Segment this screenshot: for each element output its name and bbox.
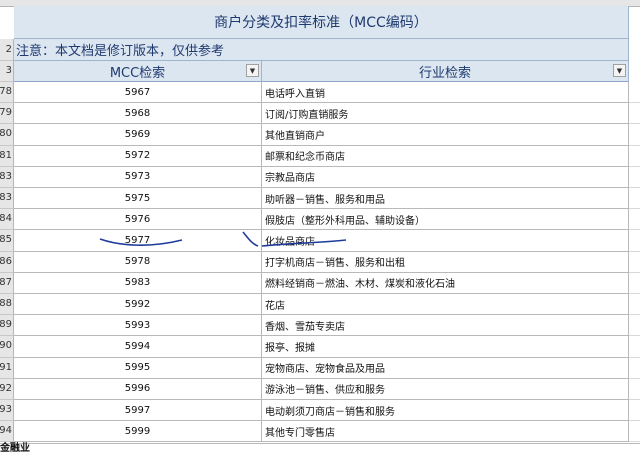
empty-cell[interactable] [629, 378, 640, 400]
row-number[interactable]: 88 [0, 294, 14, 316]
empty-cell[interactable] [629, 400, 640, 422]
header-mcc[interactable]: MCC检索 ▼ [14, 61, 262, 82]
mcc-code-cell[interactable]: 5972 [14, 145, 262, 167]
row-number[interactable]: 85 [0, 230, 14, 252]
industry-cell[interactable]: 宠物商店、宠物食品及用品 [262, 357, 629, 379]
row-number[interactable]: 84 [0, 209, 14, 231]
row-number[interactable]: 89 [0, 315, 14, 337]
industry-cell[interactable]: 其他专门零售店 [262, 421, 629, 443]
industry-cell[interactable]: 电话呼入直销 [262, 82, 629, 104]
row-number[interactable]: 83 [0, 166, 14, 188]
mcc-code-cell[interactable]: 5992 [14, 294, 262, 316]
industry-cell[interactable]: 电动剃须刀商店－销售和服务 [262, 400, 629, 422]
empty-cell[interactable] [629, 103, 640, 125]
industry-cell[interactable]: 假肢店（整形外科用品、辅助设备） [262, 209, 629, 231]
notice-text[interactable]: 注意：本文档是修订版本，仅供参考 [14, 39, 629, 61]
industry-cell[interactable]: 其他直销商户 [262, 124, 629, 146]
empty-cell[interactable] [629, 336, 640, 358]
row-number[interactable]: 80 [0, 124, 14, 146]
empty-cell[interactable] [629, 251, 640, 273]
header-industry[interactable]: 行业检索 ▼ [262, 61, 629, 82]
mcc-code-cell[interactable]: 5976 [14, 209, 262, 231]
industry-cell[interactable]: 助听器－销售、服务和用品 [262, 188, 629, 210]
row-number[interactable]: 79 [0, 103, 14, 125]
mcc-code-cell[interactable]: 5967 [14, 82, 262, 104]
mcc-code-cell[interactable]: 5994 [14, 336, 262, 358]
empty-cell[interactable] [629, 294, 640, 316]
row-number[interactable]: 78 [0, 82, 14, 104]
industry-cell[interactable]: 香烟、雪茄专卖店 [262, 315, 629, 337]
empty-cell[interactable] [629, 124, 640, 146]
row-number[interactable]: 94 [0, 421, 14, 443]
empty-cell[interactable] [629, 82, 640, 104]
mcc-code-cell[interactable]: 5968 [14, 103, 262, 125]
industry-cell[interactable]: 化妆品商店 [262, 230, 629, 252]
row-number[interactable]: 93 [0, 400, 14, 422]
industry-cell[interactable]: 订阅/订购直销服务 [262, 103, 629, 125]
mcc-code-cell[interactable]: 5993 [14, 315, 262, 337]
empty-cell[interactable] [629, 145, 640, 167]
empty-cell[interactable] [629, 315, 640, 337]
row-number[interactable]: 92 [0, 378, 14, 400]
mcc-code-cell[interactable]: 5977 [14, 230, 262, 252]
dropdown-arrow-icon[interactable]: ▼ [613, 64, 626, 77]
mcc-code-cell[interactable]: 5997 [14, 400, 262, 422]
section-label[interactable]: 金融业 [0, 444, 30, 454]
mcc-code-cell[interactable]: 5978 [14, 251, 262, 273]
empty-cell[interactable] [629, 357, 640, 379]
row-number[interactable]: 3 [0, 61, 14, 82]
row-number[interactable]: 81 [0, 145, 14, 167]
header-mcc-label: MCC检索 [109, 65, 166, 81]
row-number[interactable]: 87 [0, 272, 14, 294]
mcc-code-cell[interactable]: 5973 [14, 166, 262, 188]
spreadsheet: 2 3 商户分类及扣率标准（MCC编码） 注意：本文档是修订版本，仅供参考 MC… [0, 0, 640, 454]
industry-cell[interactable]: 宗教品商店 [262, 166, 629, 188]
mcc-code-cell[interactable]: 5999 [14, 421, 262, 443]
industry-cell[interactable]: 燃料经销商－燃油、木材、煤炭和液化石油 [262, 272, 629, 294]
row-number[interactable]: 83 [0, 188, 14, 210]
empty-cell[interactable] [629, 209, 640, 231]
mcc-code-cell[interactable]: 5983 [14, 272, 262, 294]
mcc-code-cell[interactable]: 5975 [14, 188, 262, 210]
empty-cell[interactable] [629, 272, 640, 294]
industry-cell[interactable]: 报亭、报摊 [262, 336, 629, 358]
row-number[interactable]: 86 [0, 251, 14, 273]
empty-cell[interactable] [629, 230, 640, 252]
row-number[interactable]: 91 [0, 357, 14, 379]
mcc-code-cell[interactable]: 5969 [14, 124, 262, 146]
mcc-code-cell[interactable]: 5995 [14, 357, 262, 379]
row-number[interactable]: 90 [0, 336, 14, 358]
header-industry-label: 行业检索 [418, 65, 471, 81]
industry-cell[interactable]: 打字机商店－销售、服务和出租 [262, 251, 629, 273]
empty-cell[interactable] [629, 166, 640, 188]
empty-cell[interactable] [629, 421, 640, 443]
industry-cell[interactable]: 游泳池－销售、供应和服务 [262, 378, 629, 400]
mcc-code-cell[interactable]: 5996 [14, 378, 262, 400]
industry-cell[interactable]: 花店 [262, 294, 629, 316]
sheet-title[interactable]: 商户分类及扣率标准（MCC编码） [14, 6, 629, 39]
row-number[interactable]: 2 [0, 39, 14, 61]
dropdown-arrow-icon[interactable]: ▼ [246, 64, 259, 77]
empty-cell[interactable] [629, 188, 640, 210]
industry-cell[interactable]: 邮票和纪念币商店 [262, 145, 629, 167]
